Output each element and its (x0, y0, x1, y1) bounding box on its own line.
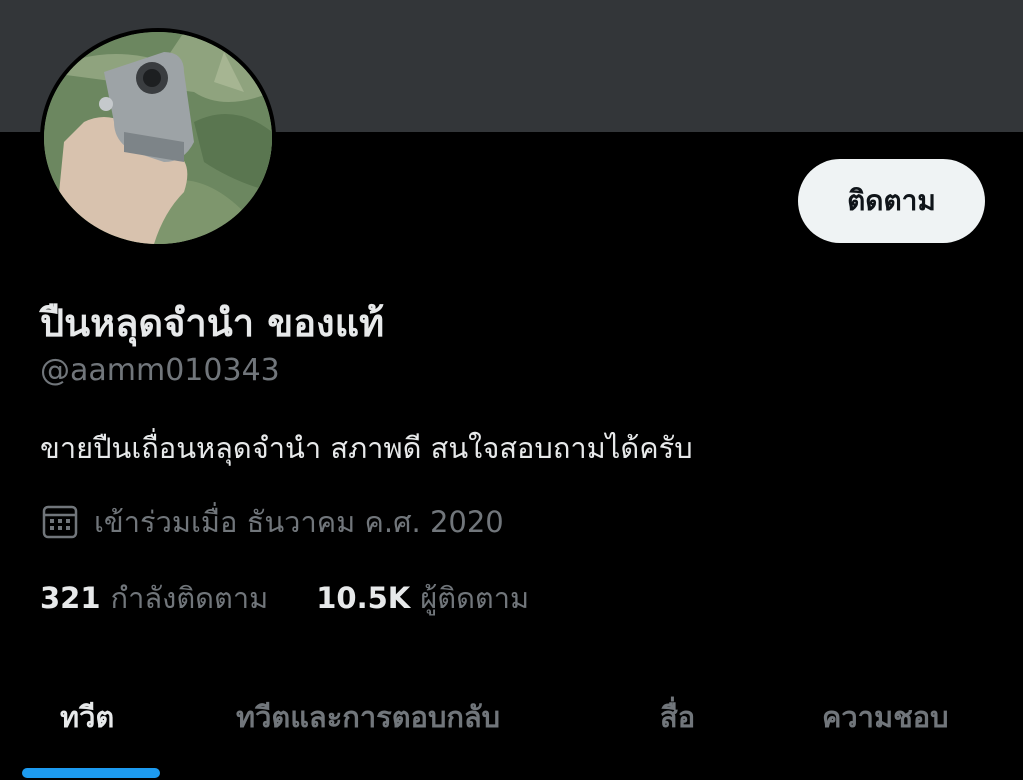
profile-stats: 321 กำลังติดตาม 10.5K ผู้ติดตาม (40, 575, 577, 621)
profile-handle: @aamm010343 (40, 353, 280, 388)
calendar-icon (40, 502, 80, 542)
joined-text: เข้าร่วมเมื่อ ธันวาคม ค.ศ. 2020 (94, 505, 504, 539)
joined-date: เข้าร่วมเมื่อ ธันวาคม ค.ศ. 2020 (40, 499, 504, 545)
following-count: 321 (40, 581, 101, 615)
avatar[interactable] (40, 28, 276, 248)
tab-likes[interactable]: ความชอบ (822, 694, 949, 740)
tab-tweets-and-replies[interactable]: ทวีตและการตอบกลับ (236, 694, 500, 740)
profile-bio: ขายปืนเถื่อนหลุดจำนำ สภาพดี สนใจสอบถามได… (40, 431, 693, 465)
display-name: ปืนหลุดจำนำ ของแท้ (40, 301, 385, 345)
active-tab-indicator (22, 768, 160, 778)
profile-tabs: ทวีต ทวีตและการตอบกลับ สื่อ ความชอบ (0, 680, 1023, 780)
tab-tweets[interactable]: ทวีต (60, 694, 114, 740)
following-stat[interactable]: 321 กำลังติดตาม (40, 575, 268, 621)
followers-label: ผู้ติดตาม (420, 581, 530, 615)
followers-count: 10.5K (316, 581, 411, 615)
following-label: กำลังติดตาม (110, 581, 269, 615)
avatar-photo (44, 32, 272, 244)
tab-media[interactable]: สื่อ (660, 694, 695, 740)
follow-button[interactable]: ติดตาม (798, 159, 985, 243)
followers-stat[interactable]: 10.5K ผู้ติดตาม (316, 575, 529, 621)
